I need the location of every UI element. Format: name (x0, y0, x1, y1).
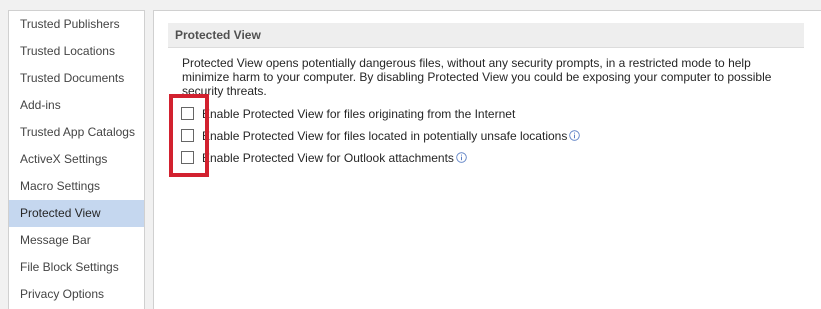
outlook-attachments-checkbox[interactable] (181, 151, 194, 164)
section-title: Protected View (168, 23, 804, 48)
unsafe-locations-label: Enable Protected View for files located … (202, 128, 568, 143)
sidebar-item-message-bar[interactable]: Message Bar (9, 227, 144, 254)
protected-view-panel: Protected View Protected View opens pote… (153, 10, 821, 309)
sidebar-item-protected-view[interactable]: Protected View (9, 200, 144, 227)
sidebar-item-privacy-options[interactable]: Privacy Options (9, 281, 144, 308)
sidebar-item-trusted-locations[interactable]: Trusted Locations (9, 38, 144, 65)
option-internet-files[interactable]: Enable Protected View for files originat… (181, 106, 515, 121)
trust-center-sidebar: Trusted Publishers Trusted Locations Tru… (8, 10, 145, 309)
sidebar-item-add-ins[interactable]: Add-ins (9, 92, 144, 119)
unsafe-locations-checkbox[interactable] (181, 129, 194, 142)
sidebar-item-trusted-app-catalogs[interactable]: Trusted App Catalogs (9, 119, 144, 146)
sidebar-item-trusted-documents[interactable]: Trusted Documents (9, 65, 144, 92)
section-description: Protected View opens potentially dangero… (182, 56, 772, 98)
option-outlook-attachments[interactable]: Enable Protected View for Outlook attach… (181, 150, 467, 165)
sidebar-item-file-block-settings[interactable]: File Block Settings (9, 254, 144, 281)
trust-center-window: Trusted Publishers Trusted Locations Tru… (0, 0, 821, 309)
info-icon[interactable] (456, 152, 467, 163)
option-unsafe-locations[interactable]: Enable Protected View for files located … (181, 128, 581, 143)
sidebar-item-macro-settings[interactable]: Macro Settings (9, 173, 144, 200)
outlook-attachments-label: Enable Protected View for Outlook attach… (202, 150, 454, 165)
info-icon[interactable] (569, 130, 581, 141)
sidebar-item-activex-settings[interactable]: ActiveX Settings (9, 146, 144, 173)
internet-files-label: Enable Protected View for files originat… (202, 106, 516, 121)
internet-files-checkbox[interactable] (181, 107, 194, 120)
sidebar-item-trusted-publishers[interactable]: Trusted Publishers (9, 11, 144, 38)
